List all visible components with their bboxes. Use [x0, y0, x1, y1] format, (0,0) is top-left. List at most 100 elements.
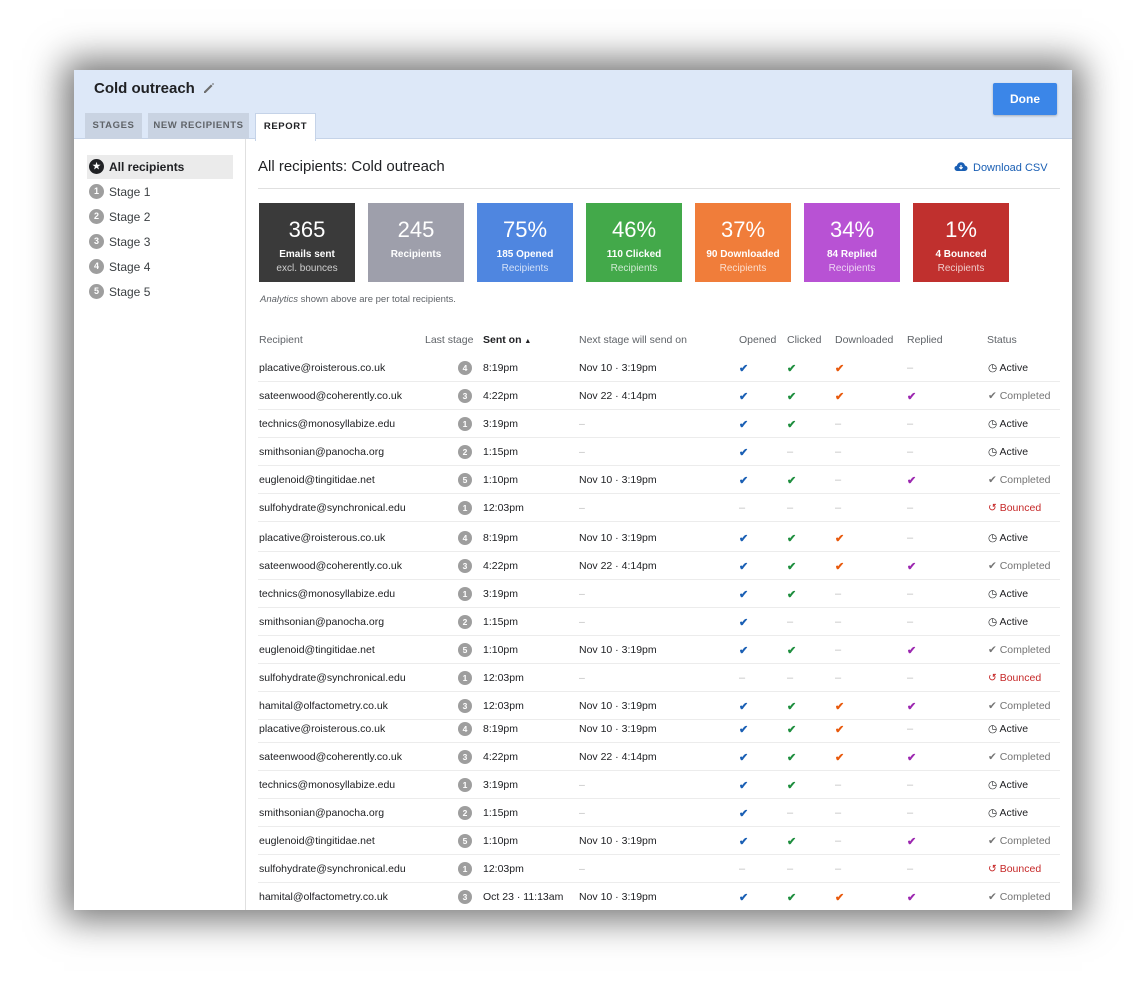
star-icon: ★	[89, 159, 104, 174]
recipient-email[interactable]: sateenwood@coherently.co.uk	[259, 751, 402, 763]
table-row[interactable]: placative@roisterous.co.uk 4 8:19pm Nov 10 …	[258, 715, 1060, 743]
next-send-time: Nov 22 · 4:14pm	[579, 751, 657, 763]
status-label: Active	[999, 532, 1029, 544]
recipient-email[interactable]: sateenwood@coherently.co.uk	[259, 560, 402, 572]
table-row[interactable]: technics@monosyllabize.edu 1 3:19pm – ✔ ✔ – – ◷ …	[258, 410, 1060, 438]
column-header-label: Sent on	[483, 334, 522, 346]
tab-report[interactable]: REPORT	[255, 113, 316, 141]
recipient-email[interactable]: euglenoid@tingitidae.net	[259, 474, 375, 486]
recipient-email[interactable]: sateenwood@coherently.co.uk	[259, 390, 402, 402]
table-row[interactable]: euglenoid@tingitidae.net 5 1:10pm Nov 10 · …	[258, 466, 1060, 494]
recipient-email[interactable]: placative@roisterous.co.uk	[259, 723, 385, 735]
opened-check-icon: ✔	[739, 645, 749, 657]
status-badge: ✔ Completed	[988, 751, 1051, 763]
tab-new-recipients[interactable]: NEW RECIPIENTS	[148, 113, 249, 139]
recipient-email[interactable]: technics@monosyllabize.edu	[259, 779, 395, 791]
tab-stages[interactable]: STAGES	[85, 113, 142, 139]
table-row[interactable]: sateenwood@coherently.co.uk 3 4:22pm Nov 22…	[258, 552, 1060, 580]
recipient-email[interactable]: placative@roisterous.co.uk	[259, 532, 385, 544]
column-header-recipient[interactable]: Recipient	[259, 334, 303, 346]
sidebar-item-stage-3[interactable]: 3 Stage 3	[87, 230, 233, 254]
analytics-note-rest: shown above are per total recipients.	[298, 294, 456, 305]
next-send-time: –	[579, 418, 585, 430]
table-row[interactable]: sulfohydrate@synchronical.edu 1 12:03pm – – –…	[258, 855, 1060, 883]
sent-on-time: 4:22pm	[483, 751, 519, 763]
table-row[interactable]: placative@roisterous.co.uk 4 8:19pm Nov 10 …	[258, 524, 1060, 552]
check-icon: ✔	[988, 751, 1000, 763]
table-row[interactable]: sateenwood@coherently.co.uk 3 4:22pm Nov 22…	[258, 382, 1060, 410]
next-send-time: –	[579, 863, 585, 875]
stage-number-badge: 4	[458, 361, 472, 375]
sent-on-time: 1:10pm	[483, 835, 519, 847]
sidebar-item-label: Stage 4	[109, 260, 151, 274]
table-row[interactable]: sateenwood@coherently.co.uk 3 4:22pm Nov 22…	[258, 743, 1060, 771]
sidebar-item-stage-4[interactable]: 4 Stage 4	[87, 255, 233, 279]
recipient-email[interactable]: smithsonian@panocha.org	[259, 446, 384, 458]
stat-value: 245	[397, 217, 435, 242]
recipient-email[interactable]: hamital@olfactometry.co.uk	[259, 700, 388, 712]
status-badge: ✔ Completed	[988, 835, 1051, 847]
clock-icon: ◷	[988, 588, 1000, 600]
check-icon: ✔	[988, 891, 1000, 903]
recipient-email[interactable]: smithsonian@panocha.org	[259, 616, 384, 628]
clock-icon: ◷	[988, 418, 1000, 430]
recipient-email[interactable]: sulfohydrate@synchronical.edu	[259, 502, 406, 514]
sent-on-time: 12:03pm	[483, 863, 524, 875]
dash-icon: –	[907, 418, 914, 430]
dash-icon: –	[907, 588, 914, 600]
recipient-email[interactable]: technics@monosyllabize.edu	[259, 588, 395, 600]
divider	[258, 188, 1060, 189]
column-header-sent-on[interactable]: Sent on ▲	[483, 334, 531, 346]
edit-pencil-icon[interactable]	[202, 81, 218, 97]
recipient-email[interactable]: technics@monosyllabize.edu	[259, 418, 395, 430]
table-row[interactable]: sulfohydrate@synchronical.edu 1 12:03pm – – –…	[258, 664, 1060, 692]
dash-icon: –	[907, 616, 914, 628]
dash-icon: –	[787, 502, 794, 514]
table-row[interactable]: placative@roisterous.co.uk 4 8:19pm Nov 10 …	[258, 354, 1060, 382]
table-row[interactable]: euglenoid@tingitidae.net 5 1:10pm Nov 10 · …	[258, 636, 1060, 664]
column-header-opened[interactable]: Opened	[739, 334, 776, 346]
stage-number-badge: 3	[458, 750, 472, 764]
column-header-replied[interactable]: Replied	[907, 334, 943, 346]
sidebar-item-stage-1[interactable]: 1 Stage 1	[87, 180, 233, 204]
table-row[interactable]: euglenoid@tingitidae.net 5 1:10pm Nov 10 · …	[258, 827, 1060, 855]
recipient-email[interactable]: placative@roisterous.co.uk	[259, 362, 385, 374]
column-header-next-stage[interactable]: Next stage will send on	[579, 334, 687, 346]
sent-on-time: 1:15pm	[483, 616, 519, 628]
clock-icon: ◷	[988, 446, 1000, 458]
table-row[interactable]: sulfohydrate@synchronical.edu 1 12:03pm – – –…	[258, 494, 1060, 522]
status-badge: ◷ Active	[988, 807, 1028, 819]
status-label: Active	[999, 723, 1029, 735]
opened-check-icon: ✔	[739, 363, 749, 375]
stage-number-badge: 5	[458, 473, 472, 487]
table-row[interactable]: smithsonian@panocha.org 2 1:15pm – ✔ – – – ◷ Act…	[258, 608, 1060, 636]
table-row[interactable]: technics@monosyllabize.edu 1 3:19pm – ✔ ✔ – – ◷ …	[258, 580, 1060, 608]
column-header-status[interactable]: Status	[987, 334, 1017, 346]
table-row[interactable]: smithsonian@panocha.org 2 1:15pm – ✔ – – – ◷ Act…	[258, 799, 1060, 827]
recipient-email[interactable]: sulfohydrate@synchronical.edu	[259, 863, 406, 875]
status-badge: ↺ Bounced	[988, 863, 1041, 875]
sidebar-item-stage-5[interactable]: 5 Stage 5	[87, 280, 233, 304]
recipient-email[interactable]: euglenoid@tingitidae.net	[259, 835, 375, 847]
analytics-note-em: Analytics	[260, 294, 299, 305]
recipient-email[interactable]: sulfohydrate@synchronical.edu	[259, 672, 406, 684]
next-send-time: Nov 10 · 3:19pm	[579, 835, 657, 847]
table-row[interactable]: smithsonian@panocha.org 2 1:15pm – ✔ – – – ◷ Act…	[258, 438, 1060, 466]
stat-label: 185 Opened	[496, 249, 554, 260]
recipient-email[interactable]: hamital@olfactometry.co.uk	[259, 891, 388, 903]
table-row[interactable]: hamital@olfactometry.co.uk 3 Oct 23 · 11:1…	[258, 883, 1060, 910]
stage-number-badge: 2	[458, 445, 472, 459]
opened-check-icon: ✔	[739, 589, 749, 601]
table-row[interactable]: technics@monosyllabize.edu 1 3:19pm – ✔ ✔ – – ◷ …	[258, 771, 1060, 799]
done-button[interactable]: Done	[993, 83, 1057, 115]
column-header-downloaded[interactable]: Downloaded	[835, 334, 893, 346]
column-header-clicked[interactable]: Clicked	[787, 334, 821, 346]
column-header-last-stage[interactable]: Last stage	[425, 334, 473, 346]
sidebar-item-all-recipients[interactable]: ★ All recipients	[87, 155, 233, 179]
stage-number-badge: 5	[89, 284, 104, 299]
stat-card-clicked: 46% 110 Clicked Recipients	[586, 203, 682, 282]
recipient-email[interactable]: smithsonian@panocha.org	[259, 807, 384, 819]
replied-check-icon: ✔	[907, 561, 917, 573]
recipient-email[interactable]: euglenoid@tingitidae.net	[259, 644, 375, 656]
sidebar-item-stage-2[interactable]: 2 Stage 2	[87, 205, 233, 229]
